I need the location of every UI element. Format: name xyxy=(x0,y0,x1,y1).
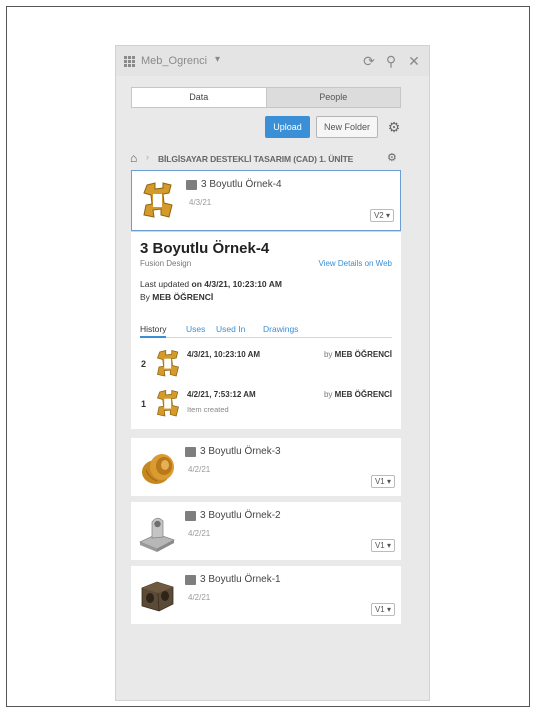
design-file-icon xyxy=(185,446,196,457)
version-dropdown[interactable]: V1 ▾ xyxy=(370,475,395,488)
tab-people[interactable]: People xyxy=(267,88,401,107)
chevron-right-icon: › xyxy=(146,152,149,162)
item-date: 4/2/21 xyxy=(188,465,211,474)
list-item[interactable]: 3 Boyutlu Örnek-2 4/2/21 V1 ▾ xyxy=(131,502,401,560)
design-file-icon xyxy=(186,179,197,190)
item-name: 3 Boyutlu Örnek-3 xyxy=(200,446,281,457)
tab-used-in[interactable]: Used In xyxy=(216,324,245,334)
part-thumbnail xyxy=(141,581,174,612)
part-thumbnail xyxy=(143,182,173,218)
detail-title: 3 Boyutlu Örnek-4 xyxy=(140,240,270,257)
project-name[interactable]: Meb_Ogrenci xyxy=(141,55,207,67)
part-thumbnail xyxy=(157,350,179,377)
new-folder-button[interactable]: New Folder xyxy=(316,116,378,138)
item-date: 4/3/21 xyxy=(189,198,212,207)
item-name: 3 Boyutlu Örnek-2 xyxy=(200,510,281,521)
chevron-down-icon[interactable]: ▾ xyxy=(215,54,220,65)
title-bar: Meb_Ogrenci ▾ ⟳ ⚲ ✕ xyxy=(116,46,429,76)
tab-drawings[interactable]: Drawings xyxy=(263,324,298,334)
updated-by: By MEB ÖĞRENCİ xyxy=(140,292,214,302)
version-dropdown[interactable]: V2 ▾ xyxy=(369,209,394,222)
refresh-icon[interactable]: ⟳ xyxy=(360,52,378,70)
version-dropdown[interactable]: V1 ▾ xyxy=(370,539,395,552)
item-date: 4/2/21 xyxy=(188,593,211,602)
version-number: 1 xyxy=(141,399,147,409)
version-note: Item created xyxy=(187,405,229,414)
history-row[interactable]: 2 4/3/21, 10:23:10 AM by MEB ÖĞRENCİ xyxy=(140,346,392,386)
home-icon[interactable]: ⌂ xyxy=(130,151,137,165)
version-author: by MEB ÖĞRENCİ xyxy=(323,350,392,359)
close-icon[interactable]: ✕ xyxy=(405,52,423,70)
version-number: 2 xyxy=(141,359,147,369)
search-icon[interactable]: ⚲ xyxy=(382,52,400,70)
detail-tabs: History Uses Used In Drawings xyxy=(140,322,392,338)
version-dropdown[interactable]: V1 ▾ xyxy=(370,603,395,616)
gear-icon[interactable]: ⚙ xyxy=(384,116,404,138)
tab-history[interactable]: History xyxy=(140,324,167,338)
version-author: by MEB ÖĞRENCİ xyxy=(323,390,392,399)
grid-icon[interactable] xyxy=(124,56,135,67)
tab-uses[interactable]: Uses xyxy=(186,324,205,334)
last-updated: Last updated on 4/3/21, 10:23:10 AM xyxy=(140,279,282,289)
tab-data[interactable]: Data xyxy=(132,88,267,107)
part-thumbnail xyxy=(139,517,175,552)
list-item[interactable]: 3 Boyutlu Örnek-1 4/2/21 V1 ▾ xyxy=(131,566,401,624)
detail-subtitle: Fusion Design xyxy=(140,259,192,268)
part-thumbnail xyxy=(157,390,179,417)
history-row[interactable]: 1 4/2/21, 7:53:12 AM Item created by MEB… xyxy=(140,386,392,426)
breadcrumb-folder[interactable]: BİLGİSAYAR DESTEKLİ TASARIM (CAD) 1. ÜNİ… xyxy=(158,154,353,164)
tab-bar: Data People xyxy=(131,87,401,108)
upload-button[interactable]: Upload xyxy=(265,116,310,138)
list-item[interactable]: 3 Boyutlu Örnek-3 4/2/21 V1 ▾ xyxy=(131,438,401,496)
design-file-icon xyxy=(185,510,196,521)
view-details-link[interactable]: View Details on Web xyxy=(318,259,392,268)
item-date: 4/2/21 xyxy=(188,529,211,538)
folder-settings-icon[interactable]: ⚙ xyxy=(387,151,397,164)
breadcrumb: ⌂ › BİLGİSAYAR DESTEKLİ TASARIM (CAD) 1.… xyxy=(130,151,422,167)
design-file-icon xyxy=(185,574,196,585)
item-name: 3 Boyutlu Örnek-1 xyxy=(200,574,281,585)
version-time: 4/3/21, 10:23:10 AM xyxy=(187,350,261,359)
data-panel: Meb_Ogrenci ▾ ⟳ ⚲ ✕ Data People Upload N… xyxy=(115,45,430,701)
list-item[interactable]: 3 Boyutlu Örnek-4 4/3/21 V2 ▾ xyxy=(131,170,401,231)
detail-panel: 3 Boyutlu Örnek-4 Fusion Design View Det… xyxy=(131,231,401,429)
version-time: 4/2/21, 7:53:12 AM xyxy=(187,390,256,399)
part-thumbnail xyxy=(142,454,174,484)
item-name: 3 Boyutlu Örnek-4 xyxy=(201,179,282,190)
